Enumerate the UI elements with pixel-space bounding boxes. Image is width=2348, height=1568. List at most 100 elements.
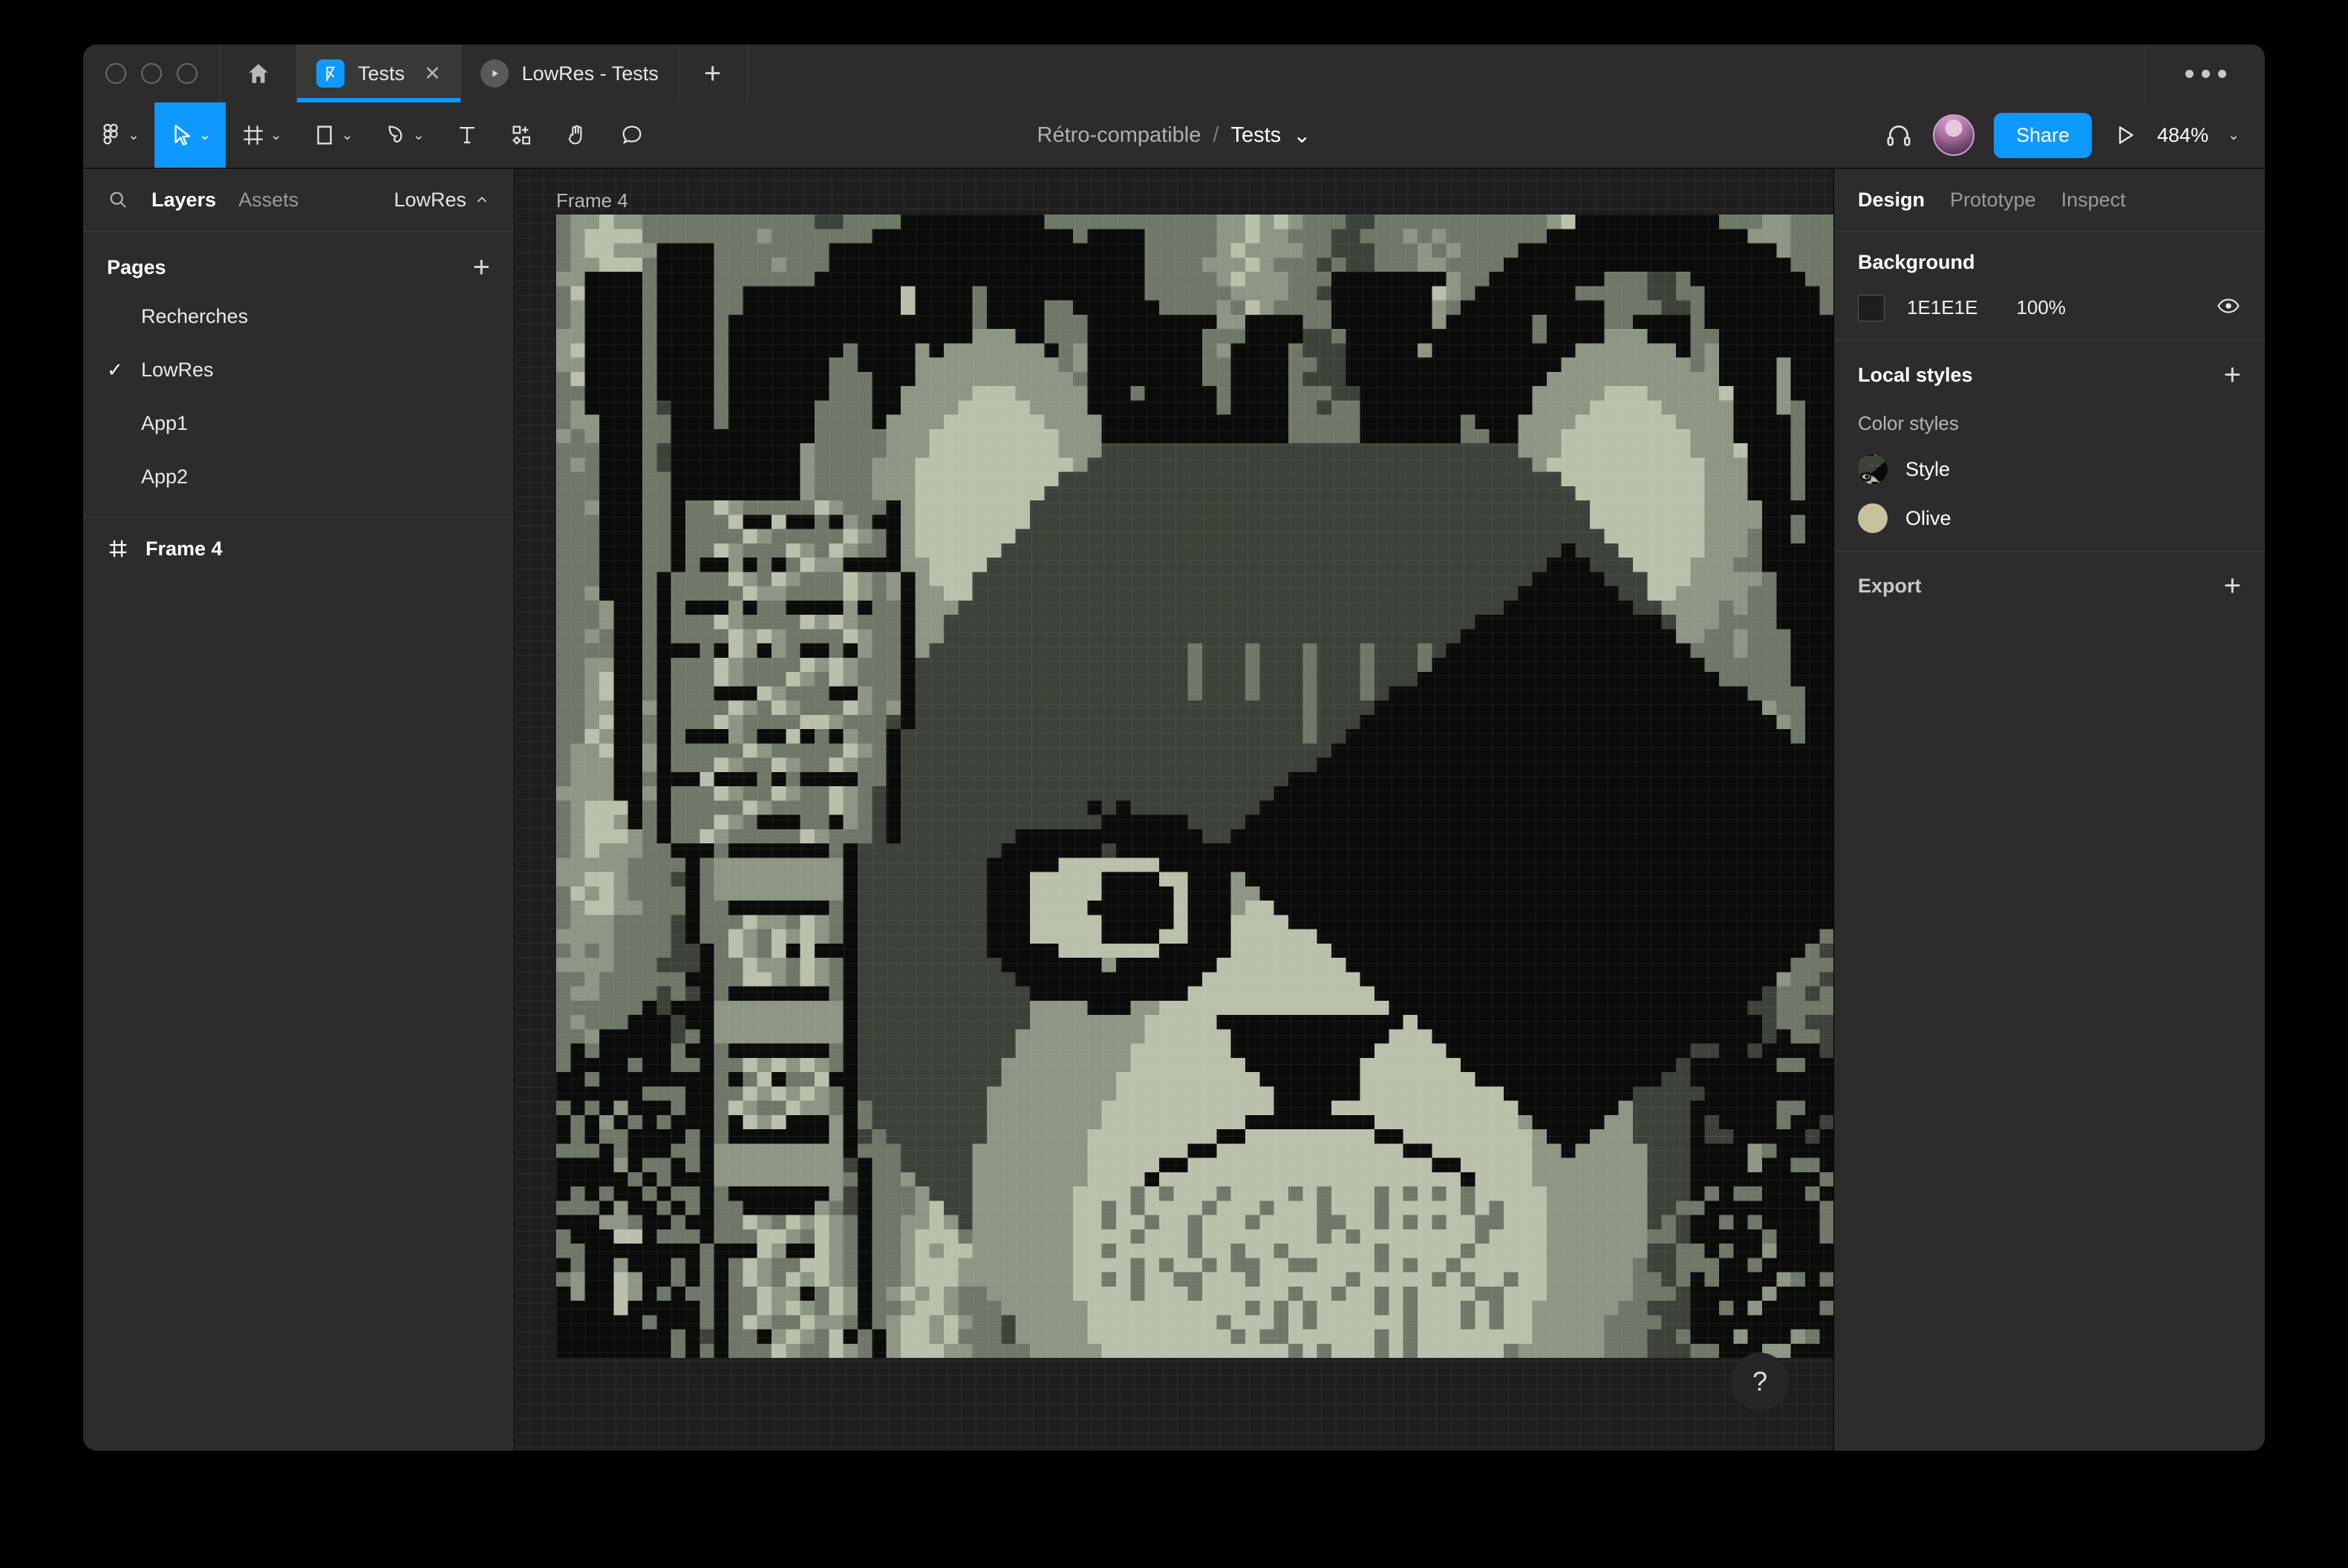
export-header: Export + bbox=[1858, 571, 2241, 601]
frame-icon bbox=[244, 125, 263, 145]
chevron-down-icon[interactable]: ⌄ bbox=[128, 127, 140, 144]
color-swatch[interactable] bbox=[1858, 294, 1885, 321]
page-label: App1 bbox=[141, 411, 189, 434]
color-hex-value[interactable]: 1E1E1E bbox=[1907, 296, 1977, 319]
page-label: LowRes bbox=[141, 358, 214, 381]
add-style-button[interactable]: + bbox=[2224, 360, 2241, 390]
figma-logo-icon bbox=[103, 123, 118, 145]
tab-layers[interactable]: Layers bbox=[151, 189, 216, 212]
background-row[interactable]: 1E1E1E 100% bbox=[1858, 293, 2241, 322]
breadcrumb-project[interactable]: Rétro-compatible bbox=[1037, 123, 1201, 148]
share-button[interactable]: Share bbox=[1993, 112, 2093, 158]
breadcrumb-file[interactable]: Tests bbox=[1230, 123, 1281, 148]
tab-bar: Tests ✕ LowRes - Tests + bbox=[83, 45, 2265, 102]
cursor-icon bbox=[175, 125, 191, 146]
resources-tool-button[interactable] bbox=[495, 102, 550, 168]
style-item-olive[interactable]: Olive bbox=[1858, 503, 2241, 533]
new-tab-button[interactable]: + bbox=[679, 45, 748, 102]
style-item-style[interactable]: Style bbox=[1858, 454, 2241, 484]
hand-tool-button[interactable] bbox=[550, 102, 604, 168]
tab-assets[interactable]: Assets bbox=[238, 189, 299, 212]
left-panel-tabs: Layers Assets LowRes bbox=[83, 169, 514, 232]
close-icon[interactable]: ✕ bbox=[424, 62, 441, 85]
frame-label[interactable]: Frame 4 bbox=[556, 189, 628, 212]
frame-tool-button[interactable]: ⌄ bbox=[226, 102, 297, 168]
rectangle-icon bbox=[317, 125, 332, 145]
page-item-app2[interactable]: App2 bbox=[83, 450, 514, 503]
dot-icon bbox=[2217, 69, 2226, 78]
pages-header: Pages + bbox=[83, 232, 514, 290]
opacity-value[interactable]: 100% bbox=[2016, 296, 2066, 319]
tab-prototype[interactable]: Prototype bbox=[1950, 189, 2036, 212]
low-res-wolf-illustration[interactable] bbox=[556, 215, 1833, 1358]
page-item-app1[interactable]: App1 bbox=[83, 396, 514, 450]
section-title: Background bbox=[1858, 251, 1975, 273]
page-label: App2 bbox=[141, 465, 189, 488]
tab-tests[interactable]: Tests ✕ bbox=[297, 45, 461, 102]
more-options-button[interactable] bbox=[2145, 45, 2265, 102]
dot-icon bbox=[2185, 69, 2194, 78]
zoom-button[interactable] bbox=[177, 63, 198, 84]
shape-tool-button[interactable]: ⌄ bbox=[297, 102, 368, 168]
home-button[interactable] bbox=[221, 45, 297, 102]
chevron-down-icon[interactable]: ⌄ bbox=[1293, 122, 1311, 148]
dot-icon bbox=[2201, 69, 2210, 78]
pages-title: Pages bbox=[107, 255, 166, 278]
tool-group: ⌄ ⌄ ⌄ ⌄ ⌄ bbox=[83, 102, 659, 168]
chevron-down-icon[interactable]: ⌄ bbox=[270, 127, 282, 144]
zoom-level[interactable]: 484% bbox=[2157, 124, 2208, 147]
page-label: Recherches bbox=[141, 304, 249, 327]
pen-tool-button[interactable]: ⌄ bbox=[368, 102, 440, 168]
tab-design[interactable]: Design bbox=[1858, 189, 1925, 212]
style-label: Style bbox=[1905, 457, 1951, 480]
figma-menu-button[interactable]: ⌄ bbox=[83, 102, 154, 168]
current-page-label: LowRes bbox=[394, 188, 466, 211]
search-icon[interactable] bbox=[107, 189, 129, 211]
text-tool-button[interactable] bbox=[440, 102, 495, 168]
window-controls[interactable] bbox=[83, 45, 221, 102]
headphones-icon[interactable] bbox=[1884, 120, 1914, 150]
background-header: Background bbox=[1858, 251, 2241, 274]
play-prototype-icon bbox=[480, 59, 509, 88]
tab-lowres-tests[interactable]: LowRes - Tests bbox=[461, 45, 679, 102]
close-button[interactable] bbox=[105, 63, 126, 84]
page-item-lowres[interactable]: ✓ LowRes bbox=[83, 343, 514, 396]
avatar[interactable] bbox=[1932, 114, 1974, 156]
canvas-area[interactable]: Frame 4 ? bbox=[515, 169, 1833, 1451]
layer-item-frame-4[interactable]: Frame 4 bbox=[83, 517, 514, 580]
chevron-down-icon[interactable]: ⌄ bbox=[199, 127, 211, 144]
help-button[interactable]: ? bbox=[1731, 1353, 1789, 1411]
pen-icon bbox=[388, 125, 402, 143]
figma-window: Tests ✕ LowRes - Tests + ⌄ ⌄ ⌄ ⌄ ⌄ Rétro… bbox=[83, 45, 2265, 1451]
chevron-up-icon bbox=[477, 196, 487, 203]
play-icon[interactable] bbox=[2111, 122, 2138, 148]
background-section: Background 1E1E1E 100% bbox=[1834, 232, 2265, 341]
comment-tool-button[interactable] bbox=[604, 102, 659, 168]
add-export-button[interactable]: + bbox=[2224, 571, 2241, 601]
style-label: Olive bbox=[1905, 506, 1951, 529]
color-styles-subtitle: Color styles bbox=[1858, 412, 1959, 434]
figma-file-icon bbox=[316, 59, 345, 88]
tab-label: LowRes - Tests bbox=[521, 62, 659, 85]
minimize-button[interactable] bbox=[141, 63, 162, 84]
page-item-recherches[interactable]: Recherches bbox=[83, 290, 514, 343]
home-icon bbox=[249, 64, 268, 83]
add-page-button[interactable]: + bbox=[473, 252, 490, 282]
left-panel: Layers Assets LowRes Pages + Recherches … bbox=[83, 169, 515, 1451]
app-body: Layers Assets LowRes Pages + Recherches … bbox=[83, 169, 2265, 1451]
hand-icon bbox=[568, 125, 582, 145]
components-icon bbox=[512, 125, 530, 145]
page-selector[interactable]: LowRes bbox=[394, 189, 490, 212]
chevron-down-icon[interactable]: ⌄ bbox=[342, 127, 353, 144]
frame-icon bbox=[109, 540, 127, 558]
comment-icon bbox=[622, 125, 642, 145]
check-icon: ✓ bbox=[107, 358, 123, 381]
move-tool-button[interactable]: ⌄ bbox=[154, 102, 226, 168]
chevron-down-icon[interactable]: ⌄ bbox=[2228, 127, 2240, 144]
tab-inspect[interactable]: Inspect bbox=[2061, 189, 2126, 212]
tab-label: Tests bbox=[358, 62, 405, 85]
chevron-down-icon[interactable]: ⌄ bbox=[413, 127, 425, 144]
layer-label: Frame 4 bbox=[146, 537, 223, 560]
visibility-toggle[interactable] bbox=[2216, 293, 2241, 322]
local-styles-section: Local styles + Color styles Style Olive bbox=[1834, 341, 2265, 552]
